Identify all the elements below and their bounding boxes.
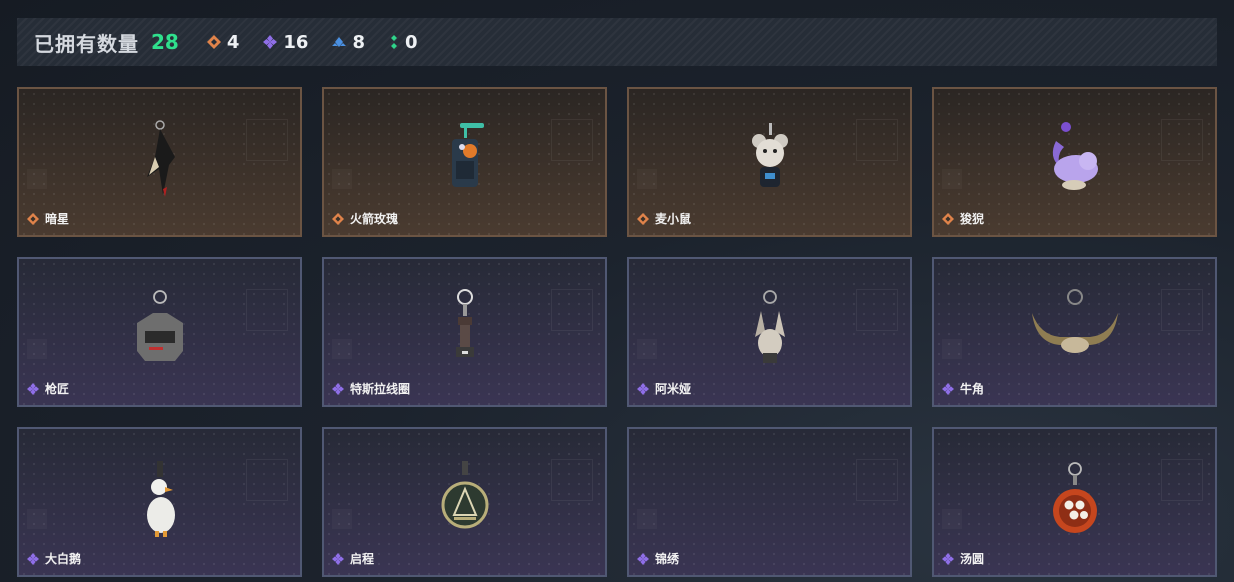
card-decoration [27, 339, 47, 359]
charm-name: 麦小鼠 [655, 212, 692, 226]
card-decoration [637, 169, 657, 189]
charm-label: 特斯拉线圈 [332, 380, 410, 397]
card-decoration [1161, 459, 1203, 501]
stat-green-count: 0 [404, 31, 418, 53]
charm-label: 枪匠 [27, 380, 69, 397]
card-decoration [856, 289, 898, 331]
card-decoration [942, 169, 962, 189]
stat-green: 0 [389, 32, 418, 53]
charm-card[interactable]: 麦小鼠 [627, 87, 912, 237]
card-decoration [27, 169, 47, 189]
purple-rarity-icon [332, 552, 344, 565]
charm-card[interactable]: 狻猊 [932, 87, 1217, 237]
charm-card[interactable]: 锦绣 [627, 427, 912, 577]
gunsmith-charm-image [136, 290, 183, 361]
orange-rarity-icon [942, 212, 954, 225]
stat-purple: 16 [263, 32, 308, 53]
card-decoration [856, 119, 898, 161]
charm-label: 阿米娅 [637, 380, 691, 397]
card-decoration [246, 119, 288, 161]
card-decoration [551, 119, 593, 161]
purple-clover-icon [263, 35, 278, 49]
amiya-charm-image [754, 290, 785, 363]
tangyuan-charm-image [1052, 462, 1097, 533]
charm-name: 锦绣 [655, 552, 680, 566]
charm-name: 特斯拉线圈 [350, 382, 411, 396]
suanni-charm-image [1052, 122, 1098, 190]
card-decoration [332, 169, 352, 189]
card-decoration [27, 509, 47, 529]
purple-rarity-icon [27, 382, 39, 395]
stat-blue-count: 8 [352, 31, 365, 53]
card-decoration [246, 459, 288, 501]
purple-rarity-icon [637, 382, 649, 395]
charm-card[interactable]: 汤圆 [932, 427, 1217, 577]
charm-label: 狻猊 [942, 210, 984, 227]
charm-card[interactable]: 火箭玫瑰 [322, 87, 607, 237]
green-dots-icon [390, 35, 397, 49]
charm-name: 狻猊 [960, 212, 985, 226]
charm-card[interactable]: 阿米娅 [627, 257, 912, 407]
charm-label: 汤圆 [942, 550, 984, 567]
card-decoration [332, 339, 352, 359]
charm-label: 大白鹅 [27, 550, 81, 567]
purple-rarity-icon [942, 382, 954, 395]
card-decoration [246, 289, 288, 331]
charm-card[interactable]: 牛角 [932, 257, 1217, 407]
charm-label: 启程 [332, 550, 374, 567]
purple-rarity-icon [27, 552, 39, 565]
charm-card[interactable]: 特斯拉线圈 [322, 257, 607, 407]
card-decoration [637, 339, 657, 359]
card-decoration [637, 509, 657, 529]
purple-rarity-icon [332, 382, 344, 395]
card-decoration [942, 339, 962, 359]
charm-label: 暗星 [27, 210, 69, 227]
purple-rarity-icon [942, 552, 954, 565]
charm-name: 汤圆 [960, 552, 985, 566]
horn-charm-image [1031, 289, 1118, 353]
charm-grid: 暗星 火箭玫瑰 麦小鼠 狻猊 枪匠 特斯拉线圈 阿米娅 牛角 大白鹅 启程 锦绣… [17, 87, 1217, 577]
card-decoration [1161, 289, 1203, 331]
charm-card[interactable]: 启程 [322, 427, 607, 577]
charm-name: 牛角 [960, 382, 985, 396]
card-decoration [551, 289, 593, 331]
charm-label: 锦绣 [637, 550, 679, 567]
owned-count-title: 已拥有数量 [34, 31, 139, 56]
charm-name: 启程 [350, 552, 375, 566]
rocket-rose-charm-image [451, 123, 484, 187]
charm-name: 火箭玫瑰 [350, 212, 399, 226]
card-decoration [551, 459, 593, 501]
dark-star-charm-image [146, 120, 175, 197]
purple-rarity-icon [637, 552, 649, 565]
stat-orange: 4 [206, 31, 240, 53]
charm-name: 大白鹅 [45, 552, 82, 566]
card-decoration [332, 509, 352, 529]
goose-charm-image [146, 461, 175, 537]
owned-total-count: 28 [151, 30, 179, 54]
charm-label: 牛角 [942, 380, 984, 397]
departure-charm-image [441, 461, 488, 529]
charm-card[interactable]: 暗星 [17, 87, 302, 237]
charm-label: 火箭玫瑰 [332, 210, 398, 227]
stat-orange-count: 4 [226, 31, 240, 53]
stat-purple-count: 16 [283, 31, 309, 53]
tesla-coil-charm-image [455, 289, 474, 357]
orange-rarity-icon [332, 212, 344, 225]
orange-rarity-icon [637, 212, 649, 225]
card-decoration [942, 509, 962, 529]
orange-rarity-icon [27, 212, 39, 225]
charm-name: 枪匠 [45, 382, 70, 396]
blue-triangle-icon [332, 37, 347, 47]
owned-count-header: 已拥有数量 28 4 16 8 0 [17, 18, 1217, 66]
stat-blue: 8 [332, 32, 365, 53]
charm-name: 阿米娅 [655, 382, 692, 396]
card-decoration [1161, 119, 1203, 161]
card-decoration [856, 459, 898, 501]
charm-name: 暗星 [45, 212, 70, 226]
charm-label: 麦小鼠 [637, 210, 691, 227]
orange-diamond-icon [206, 35, 221, 49]
charm-card[interactable]: 大白鹅 [17, 427, 302, 577]
charm-card[interactable]: 枪匠 [17, 257, 302, 407]
mouse-charm-image [751, 123, 788, 187]
